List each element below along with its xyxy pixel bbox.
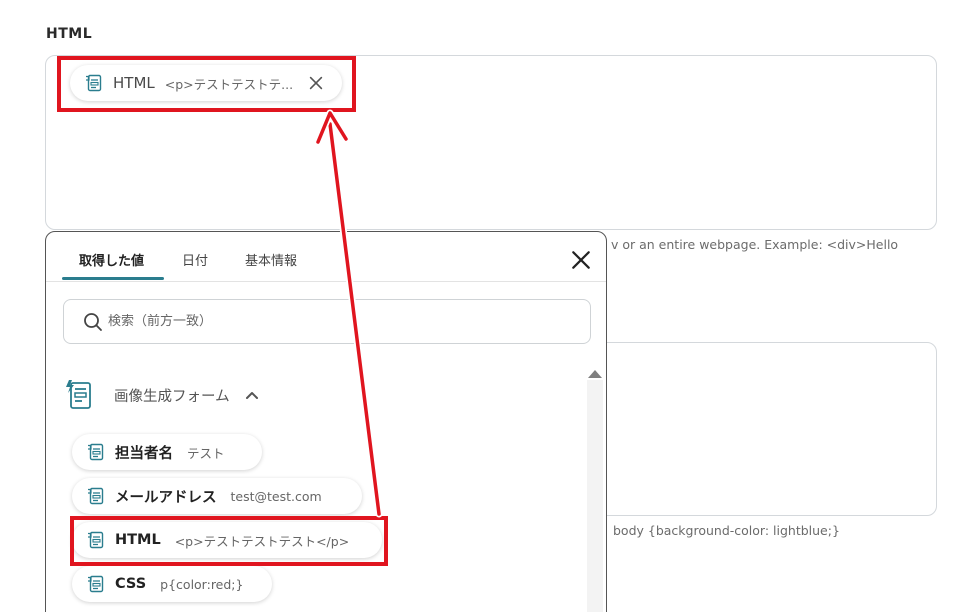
list-item-assignee[interactable]: 担当者名 テスト [72, 434, 262, 470]
item-title: 担当者名 [115, 445, 173, 462]
value-picker-popup: 取得した値 日付 基本情報 検索（前方一致） 画像生成フォーム 担当者名 テスト… [45, 231, 607, 612]
item-value: test@test.com [230, 488, 322, 504]
list-item-html[interactable]: HTML <p>テストテストテスト</p> [72, 522, 382, 558]
list-item-email[interactable]: メールアドレス test@test.com [72, 478, 362, 514]
group-title: 画像生成フォーム [114, 388, 230, 405]
item-title: HTML [115, 532, 161, 548]
item-value: <p>テストテストテスト</p> [174, 533, 350, 549]
scrollbar-track[interactable] [587, 380, 603, 612]
item-title: CSS [115, 576, 147, 592]
chip-value: <p>テストテストテ... [164, 76, 294, 92]
chip-title: HTML [113, 74, 155, 92]
item-title: メールアドレス [115, 489, 217, 506]
group-header-image-form[interactable]: 画像生成フォーム [64, 377, 260, 413]
form-field-icon [86, 574, 106, 594]
search-box [63, 299, 591, 344]
close-icon[interactable] [570, 249, 592, 271]
html-helper-text: v or an entire webpage. Example: <div>He… [611, 237, 899, 252]
form-field-icon [86, 530, 106, 550]
app-root: HTML HTML <p>テストテストテ... v or an entire w… [0, 0, 963, 612]
item-value: p{color:red;} [160, 576, 244, 592]
form-field-icon [86, 486, 106, 506]
html-field-label: HTML [46, 26, 93, 42]
item-value: テスト [187, 445, 225, 461]
form-field-icon [84, 73, 104, 93]
chevron-up-icon[interactable] [244, 387, 260, 403]
html-value-chip[interactable]: HTML <p>テストテストテ... [70, 65, 342, 101]
form-lightning-icon [64, 378, 96, 412]
tab-date[interactable]: 日付 [182, 250, 208, 269]
list-item-css[interactable]: CSS p{color:red;} [72, 566, 272, 602]
form-field-icon [86, 442, 106, 462]
picker-tabs: 取得した値 日付 基本情報 [46, 232, 606, 282]
tab-acquired-values[interactable]: 取得した値 [79, 250, 144, 269]
active-tab-indicator [62, 277, 164, 280]
search-icon [82, 311, 104, 333]
css-helper-text: body {background-color: lightblue;} [613, 523, 840, 538]
scroll-up-arrow[interactable] [588, 370, 602, 378]
search-input[interactable] [108, 314, 548, 329]
tab-basic-info[interactable]: 基本情報 [245, 250, 297, 269]
close-icon[interactable] [307, 74, 325, 92]
